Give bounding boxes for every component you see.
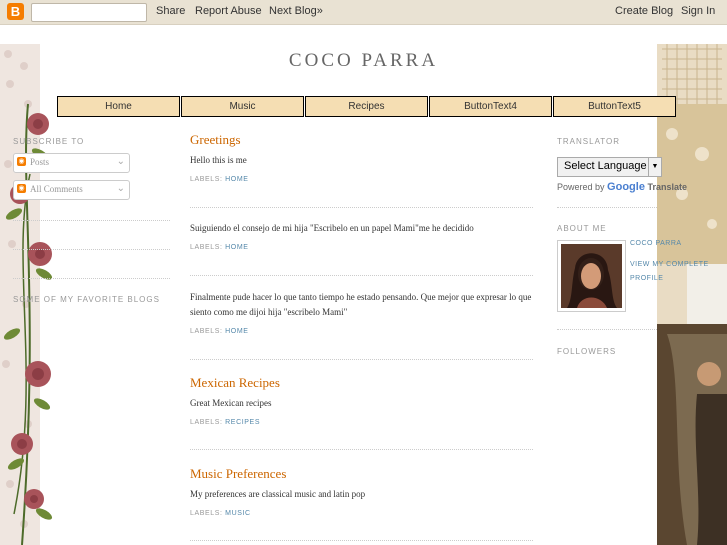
blog-title[interactable]: COCO PARRA	[0, 50, 727, 72]
view-profile-link[interactable]: VIEW MY COMPLETE PROFILE	[630, 258, 710, 286]
subscribe-comments-label: All Comments	[30, 184, 83, 194]
label-link[interactable]: HOME	[225, 244, 248, 251]
blogger-navbar: B Share Report Abuse Next Blog» Create B…	[0, 0, 727, 25]
blogger-logo-icon[interactable]: B	[7, 3, 24, 20]
subscribe-comments-dropdown[interactable]: ◉ All Comments ⌄	[13, 180, 130, 200]
post-divider	[190, 449, 533, 450]
tab-buttontext4[interactable]: ButtonText4	[429, 96, 552, 117]
tab-recipes[interactable]: Recipes	[305, 96, 428, 117]
divider	[557, 207, 657, 208]
labels-prefix: LABELS:	[190, 176, 223, 183]
dropdown-arrow-icon: ▼	[648, 158, 661, 176]
google-logo: Google	[607, 181, 645, 193]
lace-lady-decoration-image	[657, 44, 727, 545]
labels-prefix: LABELS:	[190, 419, 223, 426]
post-body: Finalmente pude hacer lo que tanto tiemp…	[190, 292, 532, 317]
divider	[13, 278, 170, 279]
rss-feed-icon: ◉	[17, 157, 26, 166]
profile-photo-image	[561, 244, 622, 308]
post-title[interactable]: Greetings	[190, 132, 241, 148]
profile-photo[interactable]	[557, 240, 626, 312]
post-labels: LABELS: HOME	[190, 328, 249, 335]
favorite-blogs-heading: SOME OF MY FAVORITE BLOGS	[13, 295, 160, 304]
label-link[interactable]: MUSIC	[225, 510, 251, 517]
report-abuse-link[interactable]: Report Abuse	[195, 5, 262, 17]
subscribe-posts-label: Posts	[30, 157, 50, 167]
tab-buttontext5[interactable]: ButtonText5	[553, 96, 676, 117]
share-link[interactable]: Share	[156, 5, 185, 17]
post-labels: LABELS: RECIPES	[190, 419, 260, 426]
post-body: Suiguiendo el consejo de mi hija "Escrib…	[190, 223, 474, 233]
sign-in-link[interactable]: Sign In	[681, 5, 715, 17]
divider	[13, 249, 170, 250]
post-body: Hello this is me	[190, 155, 247, 165]
about-me-heading: ABOUT ME	[557, 224, 607, 233]
powered-by-google-translate[interactable]: Powered by Google Translate	[557, 181, 687, 193]
language-select-label: Select Language	[564, 160, 647, 172]
post-labels: LABELS: HOME	[190, 244, 249, 251]
subscribe-posts-dropdown[interactable]: ◉ Posts ⌄	[13, 153, 130, 173]
chevron-down-icon: ⌄	[116, 183, 125, 194]
post-title[interactable]: Music Preferences	[190, 466, 286, 482]
create-blog-link[interactable]: Create Blog	[615, 5, 673, 17]
powered-by-text: Powered by	[557, 182, 605, 192]
translator-heading: TRANSLATOR	[557, 137, 621, 146]
next-blog-link[interactable]: Next Blog»	[269, 5, 323, 17]
tab-bar: Home Music Recipes ButtonText4 ButtonTex…	[57, 96, 676, 117]
divider	[13, 220, 170, 221]
post-labels: LABELS: HOME	[190, 176, 249, 183]
followers-heading: FOLLOWERS	[557, 347, 617, 356]
tab-music[interactable]: Music	[181, 96, 304, 117]
post-title[interactable]: Mexican Recipes	[190, 375, 280, 391]
labels-prefix: LABELS:	[190, 244, 223, 251]
post-divider	[190, 275, 533, 276]
post-divider	[190, 359, 533, 360]
label-link[interactable]: RECIPES	[225, 419, 260, 426]
rss-feed-icon: ◉	[17, 184, 26, 193]
post-body: Great Mexican recipes	[190, 398, 272, 408]
post-divider	[190, 207, 533, 208]
post-divider	[190, 540, 533, 541]
labels-prefix: LABELS:	[190, 328, 223, 335]
post-body: My preferences are classical music and l…	[190, 489, 366, 499]
label-link[interactable]: HOME	[225, 176, 248, 183]
label-link[interactable]: HOME	[225, 328, 248, 335]
tab-home[interactable]: Home	[57, 96, 180, 117]
search-input[interactable]	[31, 3, 147, 22]
translate-text: Translate	[647, 182, 687, 192]
chevron-down-icon: ⌄	[116, 156, 125, 167]
profile-name-link[interactable]: COCO PARRA	[630, 240, 682, 247]
subscribe-heading: SUBSCRIBE TO	[13, 137, 85, 146]
divider	[557, 329, 657, 330]
language-select[interactable]: Select Language ▼	[557, 157, 662, 177]
labels-prefix: LABELS:	[190, 510, 223, 517]
post-labels: LABELS: MUSIC	[190, 510, 251, 517]
